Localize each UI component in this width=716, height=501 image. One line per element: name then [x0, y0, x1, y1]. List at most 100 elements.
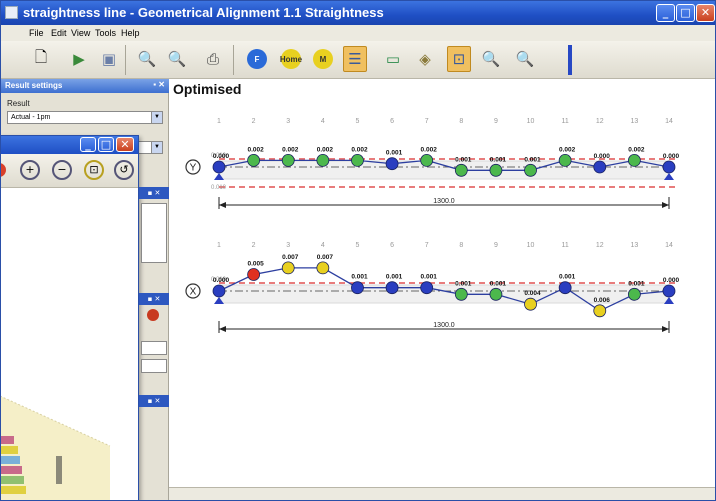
floppy-disk-icon: ▣ [101, 50, 117, 68]
data-label: 0.002 [317, 146, 334, 153]
magnifier-icon[interactable]: ↺ [114, 160, 134, 180]
secondary-window-title-bar[interactable]: _ □ ✕ [1, 136, 138, 154]
data-point [247, 154, 261, 167]
chevron-down-icon[interactable]: ▼ [151, 142, 162, 153]
f-button[interactable]: F [245, 46, 269, 72]
result-select[interactable]: Actual - 1pm ▼ [7, 111, 163, 124]
dimension-arrow [219, 202, 226, 208]
screen-button[interactable]: ▭ [381, 46, 405, 72]
record-icon[interactable] [147, 309, 159, 321]
zoom-window-button[interactable]: ⊡ [447, 46, 471, 72]
data-point [489, 287, 503, 301]
data-point [662, 284, 676, 298]
data-point [627, 287, 641, 301]
maximize-button[interactable]: □ [676, 4, 695, 22]
tick-label: 3 [286, 118, 290, 125]
chart-area: Optimised 1 2 3 4 5 6 7 8 9 10 11 12 13 14 0.010 0.010 Y… [169, 79, 715, 500]
data-point [247, 268, 261, 281]
new-file-button[interactable]: 🗋 [29, 46, 53, 72]
toolbar: 🗋 ▶ ▣ 🔍 🔍 ⎙ F Home M ☰ ▭ ◈ ⊡ 🔍 🔍 [1, 41, 715, 79]
printer-icon: ⎙ [206, 50, 219, 68]
tick-label: 1 [217, 118, 221, 125]
dimension-arrow [219, 326, 226, 332]
magnifier-icon[interactable]: − [52, 160, 72, 180]
zoom-previous-button[interactable]: 🔍 [513, 46, 537, 72]
menu-tools[interactable]: Tools [95, 28, 116, 38]
record-icon[interactable] [1, 163, 6, 177]
data-label: 0.006 [594, 297, 611, 304]
print-button[interactable]: ⎙ [201, 46, 225, 72]
menu-file[interactable]: File [29, 28, 44, 38]
axis-label: X [190, 287, 197, 298]
zoom-extents-button[interactable]: 🔍 [479, 46, 503, 72]
secondary-maximize-button[interactable]: □ [98, 137, 114, 152]
tick-label: 2 [252, 242, 256, 249]
secondary-window: _ □ ✕ + − ⊡ ↺ [1, 135, 139, 500]
m-button[interactable]: M [311, 46, 335, 72]
data-label: 0.001 [421, 274, 438, 281]
magnifier-icon: 🔍 [481, 50, 501, 68]
open-button[interactable]: ▶ [67, 46, 91, 72]
pin-icon[interactable]: ▪ ✕ [153, 80, 165, 89]
home-button[interactable]: Home [279, 46, 303, 72]
strip-field[interactable] [141, 341, 167, 355]
secondary-minimize-button[interactable]: _ [80, 137, 96, 152]
zoom-in-button[interactable]: 🔍 [135, 46, 159, 72]
strip-header: ▪ ✕ [139, 187, 169, 199]
magnifier-icon[interactable]: ⊡ [84, 160, 104, 180]
menu-help[interactable]: Help [121, 28, 140, 38]
stripe [1, 486, 26, 494]
span-label: 1300.0 [433, 322, 455, 329]
window-title: straightness line - Geometrical Alignmen… [23, 5, 384, 20]
axis-label-mark [56, 456, 62, 484]
strip-field[interactable] [141, 359, 167, 373]
data-label: 0.004 [524, 290, 541, 297]
data-label: 0.001 [490, 280, 507, 287]
data-label: 0.002 [247, 146, 264, 153]
result-label: Result [7, 99, 30, 108]
data-label: 0.007 [282, 254, 299, 261]
data-label: 0.001 [628, 280, 645, 287]
data-point [351, 154, 364, 167]
layers-button[interactable]: ☰ [343, 46, 367, 72]
data-point [420, 154, 434, 167]
menu-view[interactable]: View [71, 28, 90, 38]
title-bar[interactable]: straightness line - Geometrical Alignmen… [1, 1, 715, 25]
data-point [316, 261, 330, 275]
data-point [212, 284, 226, 298]
close-button[interactable]: ✕ [696, 4, 715, 22]
tick-label: 10 [527, 242, 535, 249]
stripe [1, 456, 20, 464]
data-label: 0.002 [351, 146, 368, 153]
save-button[interactable]: ▣ [97, 46, 121, 72]
magnifier-icon[interactable]: + [20, 160, 40, 180]
stripe [1, 436, 14, 444]
zoom-out-button[interactable]: 🔍 [165, 46, 189, 72]
tick-label: 12 [596, 118, 604, 125]
data-label: 0.005 [247, 261, 264, 268]
tick-label: 12 [596, 242, 604, 249]
data-point [281, 261, 295, 275]
report-preview [1, 395, 111, 500]
stack-icon: ◈ [419, 50, 431, 68]
open-folder-icon: ▶ [73, 50, 85, 68]
data-label: 0.000 [663, 277, 680, 284]
menu-edit[interactable]: Edit [51, 28, 67, 38]
data-label: 0.001 [490, 156, 507, 163]
tick-label: 8 [459, 118, 463, 125]
tick-label: 8 [459, 242, 463, 249]
tick-label: 2 [252, 118, 256, 125]
data-label: 0.001 [524, 156, 541, 163]
secondary-toolbar: + − ⊡ ↺ [1, 154, 138, 188]
minimize-button[interactable]: _ [656, 4, 675, 22]
result-select-value: Actual - 1pm [11, 114, 51, 121]
secondary-close-button[interactable]: ✕ [116, 137, 134, 152]
tick-label: 5 [356, 242, 360, 249]
data-point [524, 163, 537, 177]
monitor-icon: ▭ [385, 50, 401, 68]
chevron-down-icon[interactable]: ▼ [151, 112, 162, 123]
strip-header: ▪ ✕ [139, 293, 169, 305]
m-icon: M [313, 49, 333, 69]
stack-button[interactable]: ◈ [413, 46, 437, 72]
data-point [593, 160, 607, 174]
